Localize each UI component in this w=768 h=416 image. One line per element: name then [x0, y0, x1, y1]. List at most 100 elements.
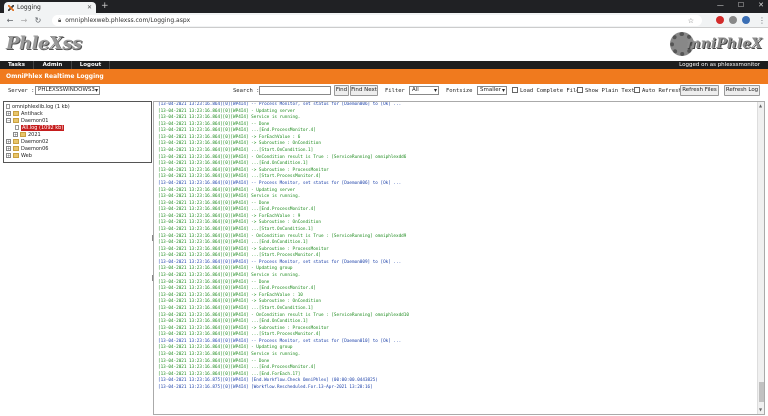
folder-icon — [20, 132, 26, 137]
log-line: [13-04-2021 13:23:16.864][0][WP4I4] Serv… — [158, 273, 301, 279]
find-next-button[interactable]: Find Next — [350, 85, 378, 96]
server-label: Server : — [8, 88, 35, 94]
log-line: [13-04-2021 13:23:16.864][0][WP4I4] ...[… — [158, 332, 321, 338]
scroll-thumb[interactable] — [759, 382, 764, 402]
phlexss-logo: PhleXss — [6, 33, 82, 54]
log-line: [13-04-2021 13:23:16.864][0][WP4I4] -> S… — [158, 299, 321, 305]
log-line: [13-04-2021 13:23:16.864][0][WP4I4] ...[… — [158, 226, 314, 232]
log-line: [13-04-2021 13:23:16.864][0][WP4I4] -- P… — [158, 180, 402, 186]
lock-icon: 🔒︎ — [58, 16, 62, 24]
auto-refresh-label: Auto Refresh — [642, 88, 682, 94]
tab-close-icon[interactable]: ✕ — [87, 4, 92, 11]
tree-item-2021[interactable]: + 2021 — [13, 131, 41, 138]
tab-title: Logging — [17, 4, 41, 11]
log-line: [13-04-2021 13:23:16.864][0][WP4I4] ...[… — [158, 174, 321, 180]
collapse-icon[interactable]: − — [6, 118, 11, 123]
folder-icon — [13, 146, 19, 151]
log-line: [13-04-2021 13:23:16.864][0][WP4I4] ...[… — [158, 240, 309, 246]
folder-icon — [13, 118, 19, 123]
main-menu: Tasks Admin Logout Logged on as phlexssm… — [0, 61, 768, 69]
file-icon — [15, 125, 19, 130]
server-select[interactable]: PHLEXSSWINDOWS3 — [35, 86, 100, 95]
reload-icon[interactable]: ↻ — [34, 16, 42, 25]
log-line: [13-04-2021 13:23:16.875][0][WP4I4] [End… — [158, 378, 378, 384]
profile-avatar-icon[interactable] — [742, 16, 750, 24]
app-favicon-icon — [8, 4, 14, 11]
page-title: OmniPhlex Realtime Logging — [6, 73, 104, 80]
expand-icon[interactable]: + — [13, 132, 18, 137]
maximize-icon[interactable]: ☐ — [738, 1, 744, 9]
fontsize-label: Fontsize : — [446, 88, 480, 94]
show-plain-label: Show Plain Text — [585, 88, 635, 94]
log-line: [13-04-2021 13:23:16.864][0][WP4I4] Serv… — [158, 351, 301, 357]
menu-logout[interactable]: Logout — [72, 61, 110, 69]
log-line: [13-04-2021 13:23:16.864][0][WP4I4] ...[… — [158, 253, 321, 259]
log-toolbar: Server : PHLEXSSWINDOWS3 Search : Find F… — [0, 85, 768, 98]
url-field[interactable]: 🔒︎ omniphlexweb.phlexss.com/Logging.aspx… — [52, 15, 702, 26]
log-lines: [13-04-2021 13:23:16.864][0][WP4I4] -- P… — [158, 102, 409, 391]
log-line: [13-04-2021 13:23:16.864][0][WP4I4] -- P… — [158, 102, 402, 107]
tree-item-antihack[interactable]: + Antihack — [6, 110, 43, 117]
load-complete-checkbox[interactable] — [512, 87, 518, 93]
expand-icon[interactable]: + — [6, 146, 11, 151]
address-bar: ← → ↻ 🔒︎ omniphlexweb.phlexss.com/Loggin… — [0, 13, 768, 28]
tree-item-web[interactable]: + Web — [6, 152, 32, 159]
log-scrollbar[interactable]: ▲ ▼ — [757, 102, 764, 414]
window-controls: — ☐ ✕ — [717, 1, 764, 9]
folder-icon — [13, 111, 19, 116]
log-line: [13-04-2021 13:23:16.864][0][WP4I4] Serv… — [158, 115, 301, 121]
scroll-up-icon[interactable]: ▲ — [759, 103, 762, 108]
back-arrow-icon[interactable]: ← — [6, 16, 14, 25]
refresh-log-button[interactable]: Refresh Log — [724, 85, 760, 96]
forward-arrow-icon[interactable]: → — [20, 16, 28, 25]
log-line: [13-04-2021 13:23:16.864][0][WP4I4] Serv… — [158, 194, 301, 200]
search-input[interactable] — [259, 86, 331, 95]
page-title-bar: OmniPhlex Realtime Logging — [0, 69, 768, 84]
tree-item-daemon06[interactable]: + Daemon06 — [6, 145, 48, 152]
log-file-tree: omniphlexlib.log (1 kb) + Antihack − Dae… — [3, 101, 152, 163]
filter-select[interactable]: All — [409, 86, 439, 95]
expand-icon[interactable]: + — [6, 139, 11, 144]
folder-icon — [13, 139, 19, 144]
bookmark-star-icon[interactable]: ☆ — [688, 17, 694, 25]
log-line: [13-04-2021 13:23:16.864][0][WP4I4] ...[… — [158, 161, 309, 167]
log-line: [13-04-2021 13:23:16.864][0][WP4I4] ...[… — [158, 365, 316, 371]
browser-tabstrip: Logging ✕ + — ☐ ✕ — [0, 0, 768, 13]
new-tab-button[interactable]: + — [101, 1, 109, 11]
app-header: PhleXss mniPhleX — [0, 28, 768, 61]
log-viewer[interactable]: [13-04-2021 13:23:16.864][0][WP4I4] -- P… — [153, 101, 765, 415]
expand-icon[interactable]: + — [6, 153, 11, 158]
log-line: [13-04-2021 13:23:16.864][0][WP4I4] ...[… — [158, 319, 309, 325]
menu-tasks[interactable]: Tasks — [0, 61, 34, 69]
menu-admin[interactable]: Admin — [34, 61, 72, 69]
tree-item-daemon02[interactable]: + Daemon02 — [6, 138, 48, 145]
log-line: [13-04-2021 13:23:16.875][0][WP4I4] [Wor… — [158, 384, 373, 390]
window-close-icon[interactable]: ✕ — [758, 1, 764, 9]
find-button[interactable]: Find — [334, 85, 349, 96]
load-complete-label: Load Complete File — [520, 88, 580, 94]
expand-icon[interactable]: + — [6, 111, 11, 116]
log-line: [13-04-2021 13:23:16.864][0][WP4I4] ...[… — [158, 286, 316, 292]
log-line: [13-04-2021 13:23:16.864][0][WP4I4] ...[… — [158, 148, 314, 154]
omniphlex-logo-text: mniPhleX — [685, 36, 762, 52]
minimize-icon[interactable]: — — [717, 1, 724, 9]
tree-item-all-log[interactable]: All.log (1092 kb) — [15, 124, 65, 131]
omniphlex-logo: mniPhleX — [669, 32, 762, 56]
show-plain-checkbox[interactable] — [577, 87, 583, 93]
refresh-files-button[interactable]: Refresh Files — [680, 85, 719, 96]
log-line: [13-04-2021 13:23:16.864][0][WP4I4] ...[… — [158, 305, 314, 311]
logged-in-user: Logged on as phlexssmonitor — [679, 62, 760, 68]
tree-item-root[interactable]: omniphlexlib.log (1 kb) — [6, 103, 70, 110]
log-line: [13-04-2021 13:23:16.864][0][WP4I4] ...[… — [158, 207, 316, 213]
tree-item-daemon01[interactable]: − Daemon01 — [6, 117, 48, 124]
browser-tab[interactable]: Logging ✕ — [4, 2, 96, 13]
browser-menu-icon[interactable]: ⋮ — [758, 16, 766, 25]
scroll-down-icon[interactable]: ▼ — [759, 407, 762, 412]
extension-red-icon[interactable] — [716, 16, 724, 24]
extension-gray-icon[interactable] — [729, 16, 737, 24]
auto-refresh-checkbox[interactable] — [634, 87, 640, 93]
file-icon — [6, 104, 10, 109]
fontsize-select[interactable]: Smaller — [477, 86, 507, 95]
log-line: [13-04-2021 13:23:16.864][0][WP4I4] - Up… — [158, 345, 293, 351]
search-label: Search : — [233, 88, 260, 94]
